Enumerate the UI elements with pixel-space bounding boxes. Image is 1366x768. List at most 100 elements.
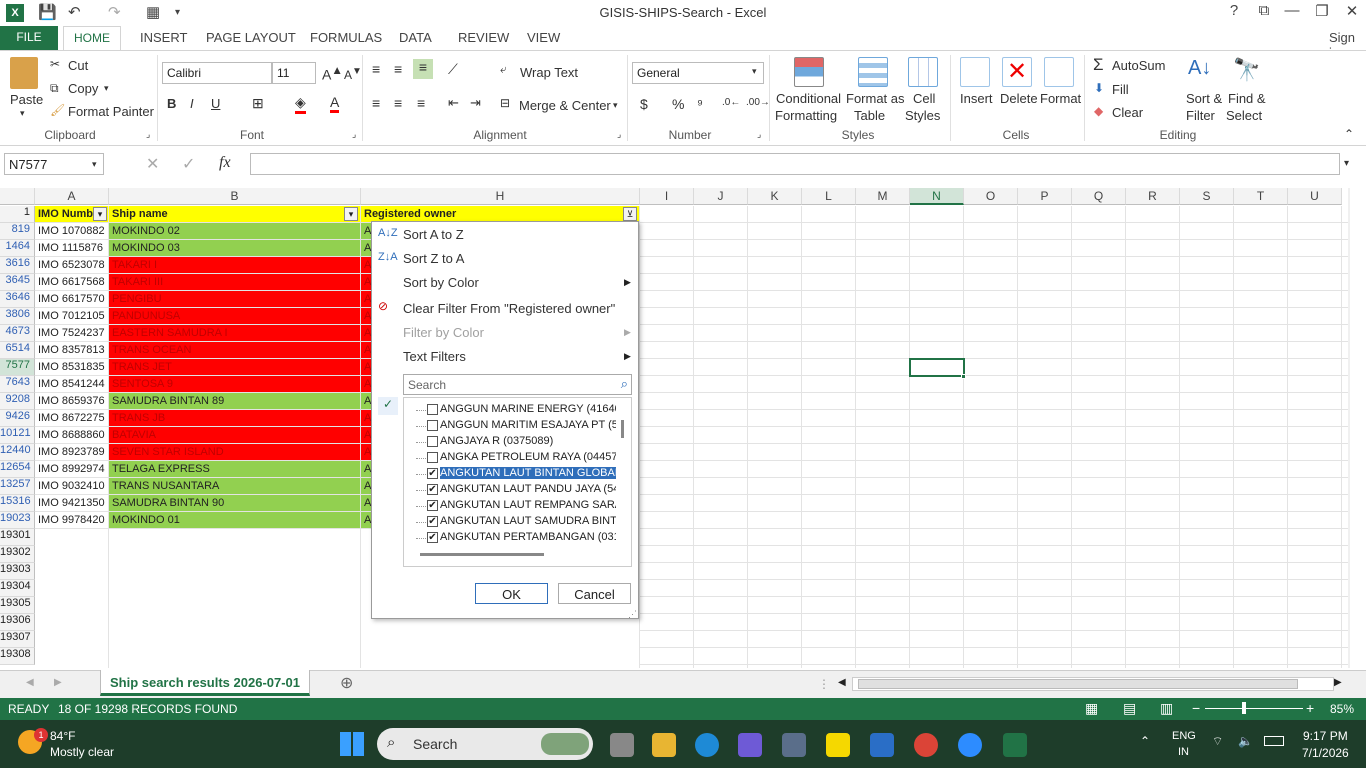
file-explorer-icon[interactable] [652,733,676,757]
text-filters-item[interactable]: Text Filters [403,349,466,364]
column-header[interactable]: R [1126,188,1180,205]
new-sheet-icon[interactable]: ⊕ [340,673,353,693]
camera-app-icon[interactable] [782,733,806,757]
imo-cell[interactable]: IMO 9032410 [35,478,109,495]
imo-cell[interactable]: IMO 8659376 [35,393,109,410]
column-header[interactable]: L [802,188,856,205]
insert-cells-button[interactable]: Insert [960,91,993,106]
row-header[interactable]: 3616 [0,257,35,274]
value-checkbox[interactable] [427,404,438,415]
ship-name-cell[interactable]: SAMUDRA BINTAN 90 [109,495,361,512]
imo-cell[interactable]: IMO 8688860 [35,427,109,444]
value-list-item[interactable]: ✔ ANGKUTAN LAUT BINTAN GLOBAL [404,466,618,482]
autosum-button[interactable]: AutoSum [1112,58,1165,73]
tray-chevron-icon[interactable]: ⌃ [1140,734,1150,748]
value-list-hscroll-thumb[interactable] [420,553,544,556]
row-header[interactable]: 10121 [0,427,35,444]
restore-button[interactable]: ❐ [1310,2,1334,20]
number-format-box[interactable]: General [632,62,764,84]
enter-entry-icon[interactable]: ✓ [182,154,195,174]
value-list-item[interactable]: ANGGUN MARINE ENERGY (416403 [404,402,618,418]
ship-name-cell[interactable]: TRANS JB [109,410,361,427]
next-sheet-icon[interactable]: ▶ [54,677,62,688]
column-header[interactable]: J [694,188,748,205]
align-left-icon[interactable]: ≡ [372,95,380,111]
cut-button[interactable]: Cut [68,58,88,73]
formula-input[interactable] [250,153,1340,175]
merge-center-button[interactable]: Merge & Center [519,98,611,113]
tab-home[interactable]: HOME [63,26,121,51]
ship-name-cell[interactable]: TAKARI I [109,257,361,274]
imo-cell[interactable]: IMO 8541244 [35,376,109,393]
imo-cell[interactable]: IMO 7012105 [35,308,109,325]
fill-handle[interactable] [961,374,966,379]
percent-button[interactable]: % [672,96,684,112]
ship-name-cell[interactable]: TRANS NUSANTARA [109,478,361,495]
filter-dropdown-button[interactable]: ▾ [344,207,358,221]
worksheet-grid[interactable]: A B H I J K L M N O P Q R S T U 1 IMO Numb Ship name Regist… [0,188,1350,668]
cell-styles-button-line2[interactable]: Styles [905,108,940,123]
tab-split-handle[interactable]: ⋮ [818,677,830,691]
row-header[interactable]: 12654 [0,461,35,478]
value-checkbox[interactable] [427,436,438,447]
ship-name-cell[interactable]: MOKINDO 02 [109,223,361,240]
wifi-icon[interactable]: ⌔ [1212,734,1223,749]
imo-cell[interactable]: IMO 7524237 [35,325,109,342]
increase-decimal-icon[interactable]: .0← [722,97,740,108]
normal-view-icon[interactable]: ▦ [1085,700,1098,717]
clipboard-launcher-icon[interactable]: ⌟ [146,129,150,140]
column-header[interactable]: K [748,188,802,205]
row-header[interactable]: 19301 [0,529,35,546]
comma-button[interactable]: ⁹ [697,96,703,112]
zoom-out-icon[interactable]: − [1192,700,1200,716]
paste-button[interactable]: Paste [10,92,43,107]
sort-a-to-z-item[interactable]: Sort A to Z [403,227,464,242]
hscroll-right-icon[interactable]: ▶ [1334,677,1342,688]
borders-icon[interactable]: ⊞ [252,95,264,112]
value-list-item[interactable]: ✔ ANGKUTAN LAUT SAMUDRA BINTA [404,514,618,530]
value-list-item[interactable]: ✔ ANGKUTAN LAUT PANDU JAYA (547 [404,482,618,498]
sort-filter-button[interactable]: Sort & [1186,91,1222,106]
find-select-button[interactable]: Find & [1228,91,1266,106]
number-launcher-icon[interactable]: ⌟ [757,129,761,140]
column-header[interactable]: Q [1072,188,1126,205]
zoom-slider[interactable] [1205,708,1303,709]
hscroll-left-icon[interactable]: ◀ [838,677,846,688]
zoom-in-icon[interactable]: + [1306,700,1314,716]
value-checkbox[interactable]: ✔ [427,532,438,543]
value-checkbox[interactable]: ✔ [427,468,438,479]
value-list-scrollbar-thumb[interactable] [621,420,624,438]
ship-name-cell[interactable]: MOKINDO 01 [109,512,361,529]
keyboard-layout[interactable]: IN [1178,746,1189,758]
value-list-item[interactable]: ✔ ANGKUTAN PERTAMBANGAN (0312 [404,530,618,546]
align-middle-icon[interactable]: ≡ [394,61,402,77]
format-painter-button[interactable]: Format Painter [68,104,154,119]
wrap-text-button[interactable]: Wrap Text [520,65,578,80]
fill-button[interactable]: Fill [1112,82,1129,97]
value-checkbox[interactable]: ✔ [427,500,438,511]
value-list-item[interactable]: ANGKA PETROLEUM RAYA (044571 [404,450,618,466]
vertical-scrollbar[interactable] [1348,188,1350,668]
font-launcher-icon[interactable]: ⌟ [352,129,356,140]
ribbon-display-options-icon[interactable]: ⧉ [1252,2,1276,19]
copy-dropdown-icon[interactable]: ▾ [104,83,109,94]
ship-name-cell[interactable]: SENTOSA 9 [109,376,361,393]
name-box-dropdown-icon[interactable]: ▾ [92,159,97,170]
zoom-level[interactable]: 85% [1330,702,1354,716]
row-header[interactable]: 3645 [0,274,35,291]
page-break-view-icon[interactable]: ▥ [1160,700,1173,717]
imo-cell[interactable]: IMO 6617570 [35,291,109,308]
row-header[interactable]: 9426 [0,410,35,427]
column-header[interactable]: S [1180,188,1234,205]
ship-name-cell[interactable]: TAKARI III [109,274,361,291]
imo-cell[interactable]: IMO 8992974 [35,461,109,478]
sticky-notes-icon[interactable] [826,733,850,757]
row-header[interactable]: 3646 [0,291,35,308]
chrome-icon[interactable] [914,733,938,757]
imo-cell[interactable]: IMO 6523078 [35,257,109,274]
imo-cell[interactable]: IMO 8672275 [35,410,109,427]
column-header[interactable]: M [856,188,910,205]
row-header[interactable]: 13257 [0,478,35,495]
row-header[interactable]: 12440 [0,444,35,461]
fill-color-icon[interactable]: ◈ [295,94,306,114]
